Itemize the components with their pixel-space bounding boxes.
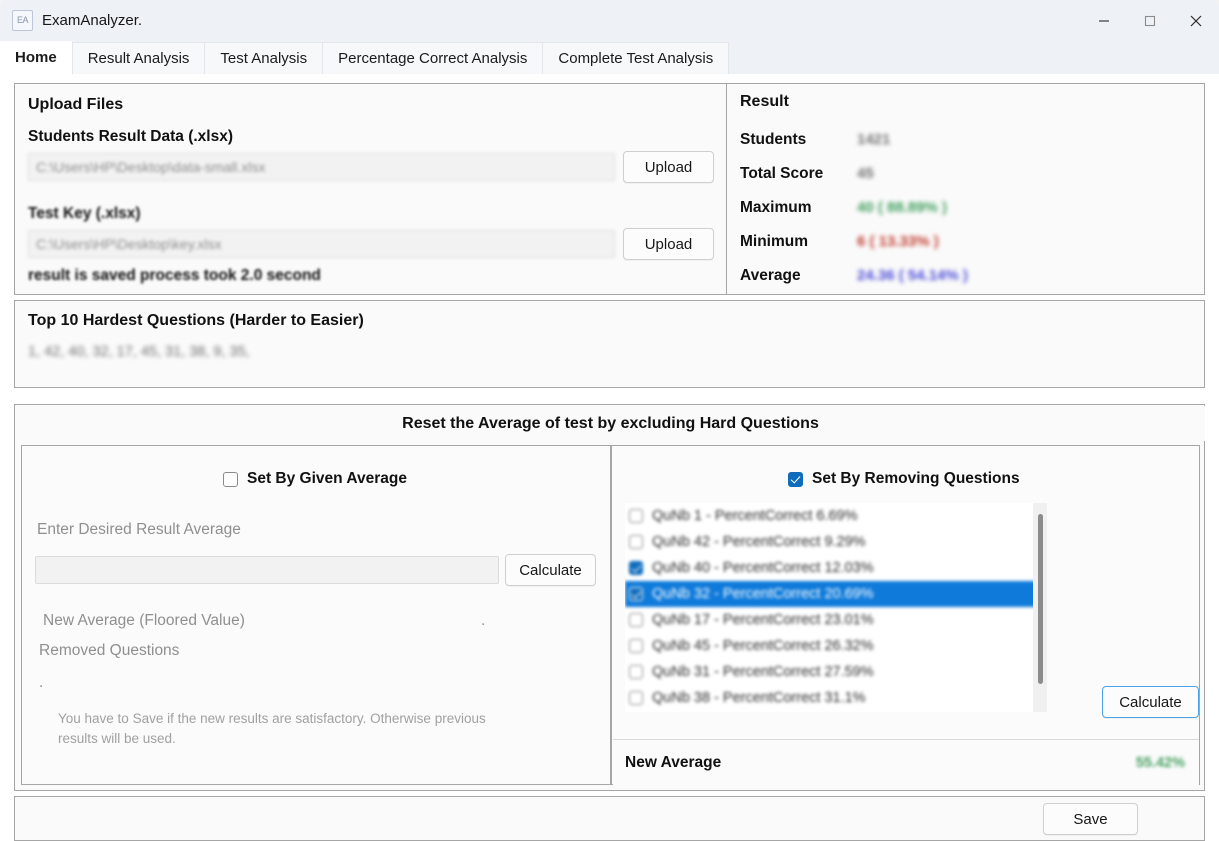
tab-complete-test-analysis[interactable]: Complete Test Analysis (542, 42, 730, 74)
list-item-checkbox[interactable] (629, 509, 643, 523)
result-label-average: Average (740, 267, 801, 284)
hardest-questions-group: Top 10 Hardest Questions (Harder to Easi… (14, 300, 1205, 388)
close-icon (1190, 15, 1202, 26)
enter-desired-average-label: Enter Desired Result Average (37, 521, 241, 538)
minimize-icon (1099, 19, 1109, 22)
result-value-minimum: 6 ( 13.33% ) (857, 233, 939, 250)
result-label-minimum: Minimum (740, 233, 809, 250)
reset-average-header: Reset the Average of test by excluding H… (16, 406, 1205, 441)
removed-questions-value: . (39, 674, 44, 691)
title-bar: EA ExamAnalyzer. (0, 0, 1219, 41)
students-result-data-path-input[interactable]: C:\Users\HP\Desktop\data-small.xlsx (28, 153, 615, 181)
list-item-checkbox[interactable] (629, 587, 643, 601)
set-by-removing-questions-checkbox[interactable]: Set By Removing Questions (788, 470, 1020, 488)
test-key-upload-button[interactable]: Upload (623, 228, 714, 260)
result-title: Result (740, 93, 789, 110)
list-item-checkbox[interactable] (629, 639, 643, 653)
list-item-checkbox[interactable] (629, 613, 643, 627)
application-window: EA ExamAnalyzer. Home Result Analysis Te… (0, 0, 1219, 841)
upload-status-text: result is saved process took 2.0 second (28, 267, 321, 284)
tab-home[interactable]: Home (0, 41, 72, 74)
list-item[interactable]: QuNb 38 - PercentCorrect 31.1% (625, 685, 1047, 711)
checkbox-box-given-average (223, 471, 238, 487)
test-key-label: Test Key (.xlsx) (28, 205, 141, 222)
home-tab-panel: Upload Files Students Result Data (.xlsx… (0, 74, 1219, 841)
app-icon: EA (12, 10, 33, 31)
close-button[interactable] (1173, 0, 1219, 41)
students-upload-button[interactable]: Upload (623, 151, 714, 183)
tab-result-analysis[interactable]: Result Analysis (71, 42, 205, 74)
hardest-questions-list: 1, 42, 40, 32, 17, 45, 31, 38, 9, 35, (28, 344, 250, 360)
list-item-label: QuNb 38 - PercentCorrect 31.1% (652, 690, 866, 706)
list-item[interactable]: QuNb 17 - PercentCorrect 23.01% (625, 607, 1047, 633)
list-item-label: QuNb 45 - PercentCorrect 26.32% (652, 638, 874, 654)
window-title: ExamAnalyzer. (42, 12, 143, 29)
list-item[interactable]: QuNb 42 - PercentCorrect 9.29% (625, 529, 1047, 555)
window-controls (1081, 0, 1219, 41)
set-by-given-average-panel: Set By Given Average Enter Desired Resul… (21, 445, 611, 785)
list-item-label: QuNb 42 - PercentCorrect 9.29% (652, 534, 866, 550)
result-value-total-score: 45 (857, 165, 874, 182)
upload-files-group: Upload Files Students Result Data (.xlsx… (14, 83, 727, 295)
set-by-removing-questions-panel: Set By Removing Questions QuNb 1 - Perce… (611, 445, 1200, 785)
list-item-checkbox[interactable] (629, 665, 643, 679)
checkbox-box-removing-questions (788, 471, 803, 487)
result-label-students: Students (740, 131, 807, 148)
result-label-total-score: Total Score (740, 165, 824, 182)
questions-listbox[interactable]: QuNb 1 - PercentCorrect 6.69% QuNb 42 - … (625, 503, 1047, 712)
result-label-maximum: Maximum (740, 199, 812, 216)
new-average-label: New Average (625, 753, 722, 771)
new-average-value: 55.42% (1135, 754, 1185, 771)
list-item[interactable]: QuNb 32 - PercentCorrect 20.69% (625, 581, 1047, 607)
set-by-removing-questions-label: Set By Removing Questions (812, 470, 1020, 487)
list-item[interactable]: QuNb 1 - PercentCorrect 6.69% (625, 503, 1047, 529)
result-value-maximum: 40 ( 88.89% ) (857, 199, 948, 216)
minimize-button[interactable] (1081, 0, 1127, 41)
list-item-checkbox[interactable] (629, 535, 643, 549)
list-item-label: QuNb 32 - PercentCorrect 20.69% (652, 586, 874, 602)
left-calculate-button[interactable]: Calculate (505, 554, 596, 586)
new-average-floored-label: New Average (Floored Value) (43, 612, 245, 629)
test-key-path-input[interactable]: C:\Users\HP\Desktop\key.xlsx (28, 230, 615, 258)
list-item-checkbox[interactable] (629, 691, 643, 705)
reset-average-group: Reset the Average of test by excluding H… (14, 404, 1205, 791)
tab-test-analysis[interactable]: Test Analysis (204, 42, 323, 74)
listbox-scrollbar-thumb[interactable] (1037, 514, 1043, 684)
save-hint-text: You have to Save if the new results are … (58, 711, 486, 746)
hardest-questions-title: Top 10 Hardest Questions (Harder to Easi… (28, 312, 364, 329)
list-item-label: QuNb 40 - PercentCorrect 12.03% (652, 560, 874, 576)
right-calculate-button[interactable]: Calculate (1102, 686, 1199, 718)
result-group: Result Students Total Score Maximum Mini… (726, 83, 1205, 295)
maximize-icon (1144, 15, 1156, 26)
new-average-bar: New Average 55.42% (613, 739, 1199, 785)
upload-files-title: Upload Files (28, 96, 124, 113)
set-by-given-average-label: Set By Given Average (247, 470, 407, 487)
save-button[interactable]: Save (1043, 803, 1138, 835)
list-item[interactable]: QuNb 31 - PercentCorrect 27.59% (625, 659, 1047, 685)
set-by-given-average-checkbox[interactable]: Set By Given Average (223, 470, 407, 488)
result-value-students: 1421 (857, 131, 891, 148)
result-value-average: 24.36 ( 54.14% ) (857, 267, 968, 284)
list-item-checkbox[interactable] (629, 561, 643, 575)
removed-questions-label: Removed Questions (39, 642, 180, 659)
maximize-button[interactable] (1127, 0, 1173, 41)
desired-average-input[interactable] (35, 556, 499, 584)
list-item-label: QuNb 31 - PercentCorrect 27.59% (652, 664, 874, 680)
students-result-data-label: Students Result Data (.xlsx) (28, 128, 233, 145)
tab-percentage-correct-analysis[interactable]: Percentage Correct Analysis (322, 42, 543, 74)
list-item[interactable]: QuNb 45 - PercentCorrect 26.32% (625, 633, 1047, 659)
list-item[interactable]: QuNb 40 - PercentCorrect 12.03% (625, 555, 1047, 581)
list-item-label: QuNb 1 - PercentCorrect 6.69% (652, 508, 858, 524)
list-item-label: QuNb 17 - PercentCorrect 23.01% (652, 612, 874, 628)
new-average-floored-value: . (481, 612, 486, 629)
tab-strip: Home Result Analysis Test Analysis Perce… (0, 41, 1219, 74)
